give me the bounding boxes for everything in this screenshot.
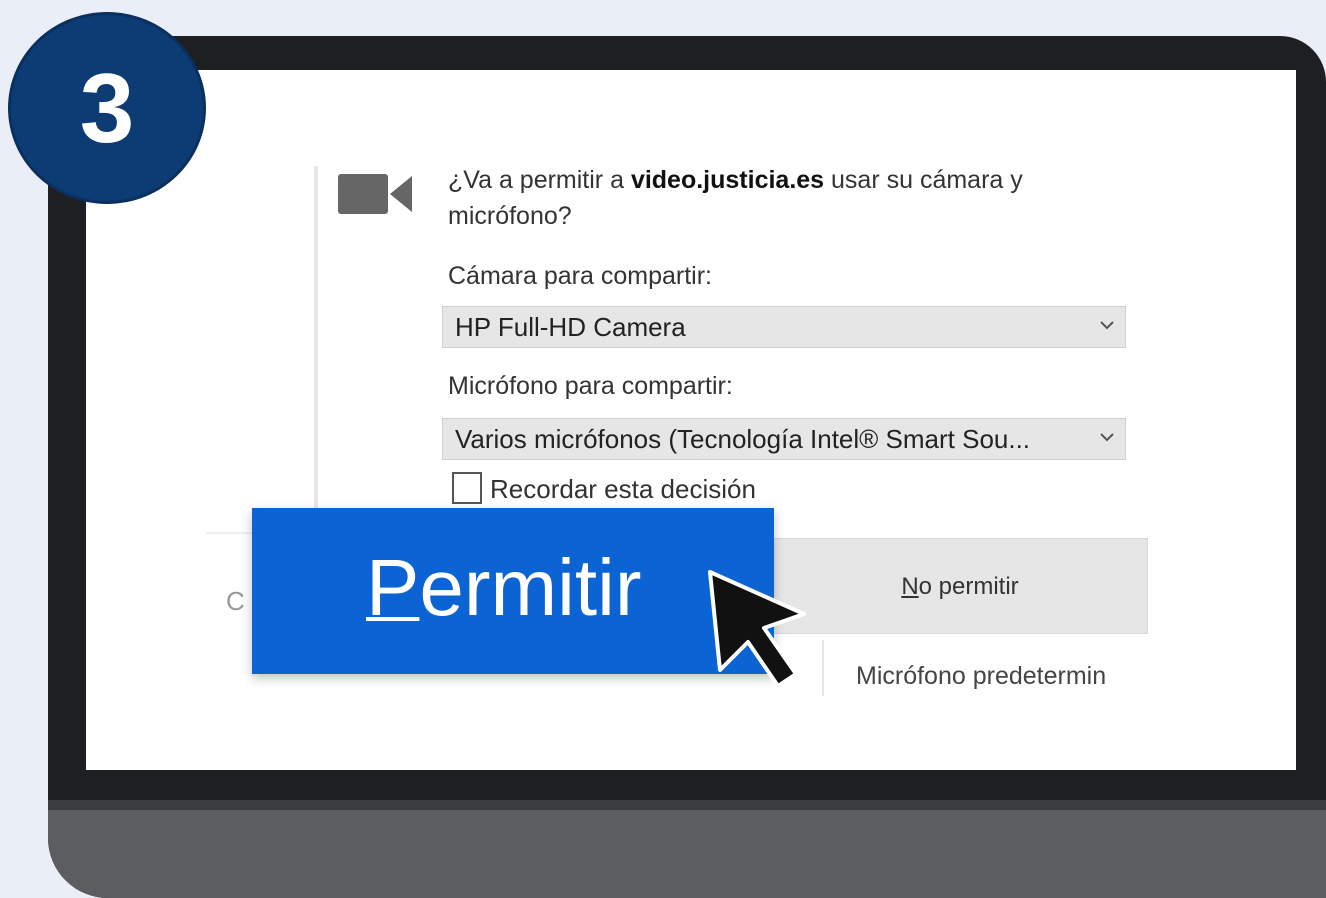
deny-accesskey: N <box>901 573 919 600</box>
allow-accesskey: P <box>366 543 420 632</box>
mic-select[interactable]: Varios micrófonos (Tecnología Intel® Sma… <box>442 418 1126 460</box>
camera-select[interactable]: HP Full-HD Camera <box>442 306 1126 348</box>
camera-select-value: HP Full-HD Camera <box>455 312 686 342</box>
permission-prompt: ¿Va a permitir a video.justicia.es usar … <box>448 162 1128 234</box>
step-badge: 3 <box>8 12 206 204</box>
chevron-down-icon <box>1100 433 1114 442</box>
background-text: C <box>226 586 245 616</box>
laptop-base <box>48 800 1326 898</box>
cursor-icon <box>708 570 806 688</box>
site-name: video.justicia.es <box>630 166 825 194</box>
allow-label: ermitir <box>419 543 642 632</box>
remember-checkbox[interactable] <box>452 472 482 504</box>
prompt-prefix: ¿Va a permitir a <box>448 166 631 194</box>
camera-label: Cámara para compartir: <box>448 262 712 290</box>
deny-button[interactable]: No permitir <box>772 538 1148 634</box>
divider <box>822 640 824 696</box>
screen: ¿Va a permitir a video.justicia.es usar … <box>86 70 1296 770</box>
remember-label: Recordar esta decisión <box>490 474 756 504</box>
chevron-down-icon <box>1100 321 1114 330</box>
deny-label: o permitir <box>918 573 1019 600</box>
mic-label: Micrófono para compartir: <box>448 372 733 400</box>
background-mic-text: Micrófono predetermin <box>856 662 1107 690</box>
allow-button[interactable]: Permitir <box>252 508 774 674</box>
mic-select-value: Varios micrófonos (Tecnología Intel® Sma… <box>455 424 1031 454</box>
camera-icon <box>338 174 412 214</box>
